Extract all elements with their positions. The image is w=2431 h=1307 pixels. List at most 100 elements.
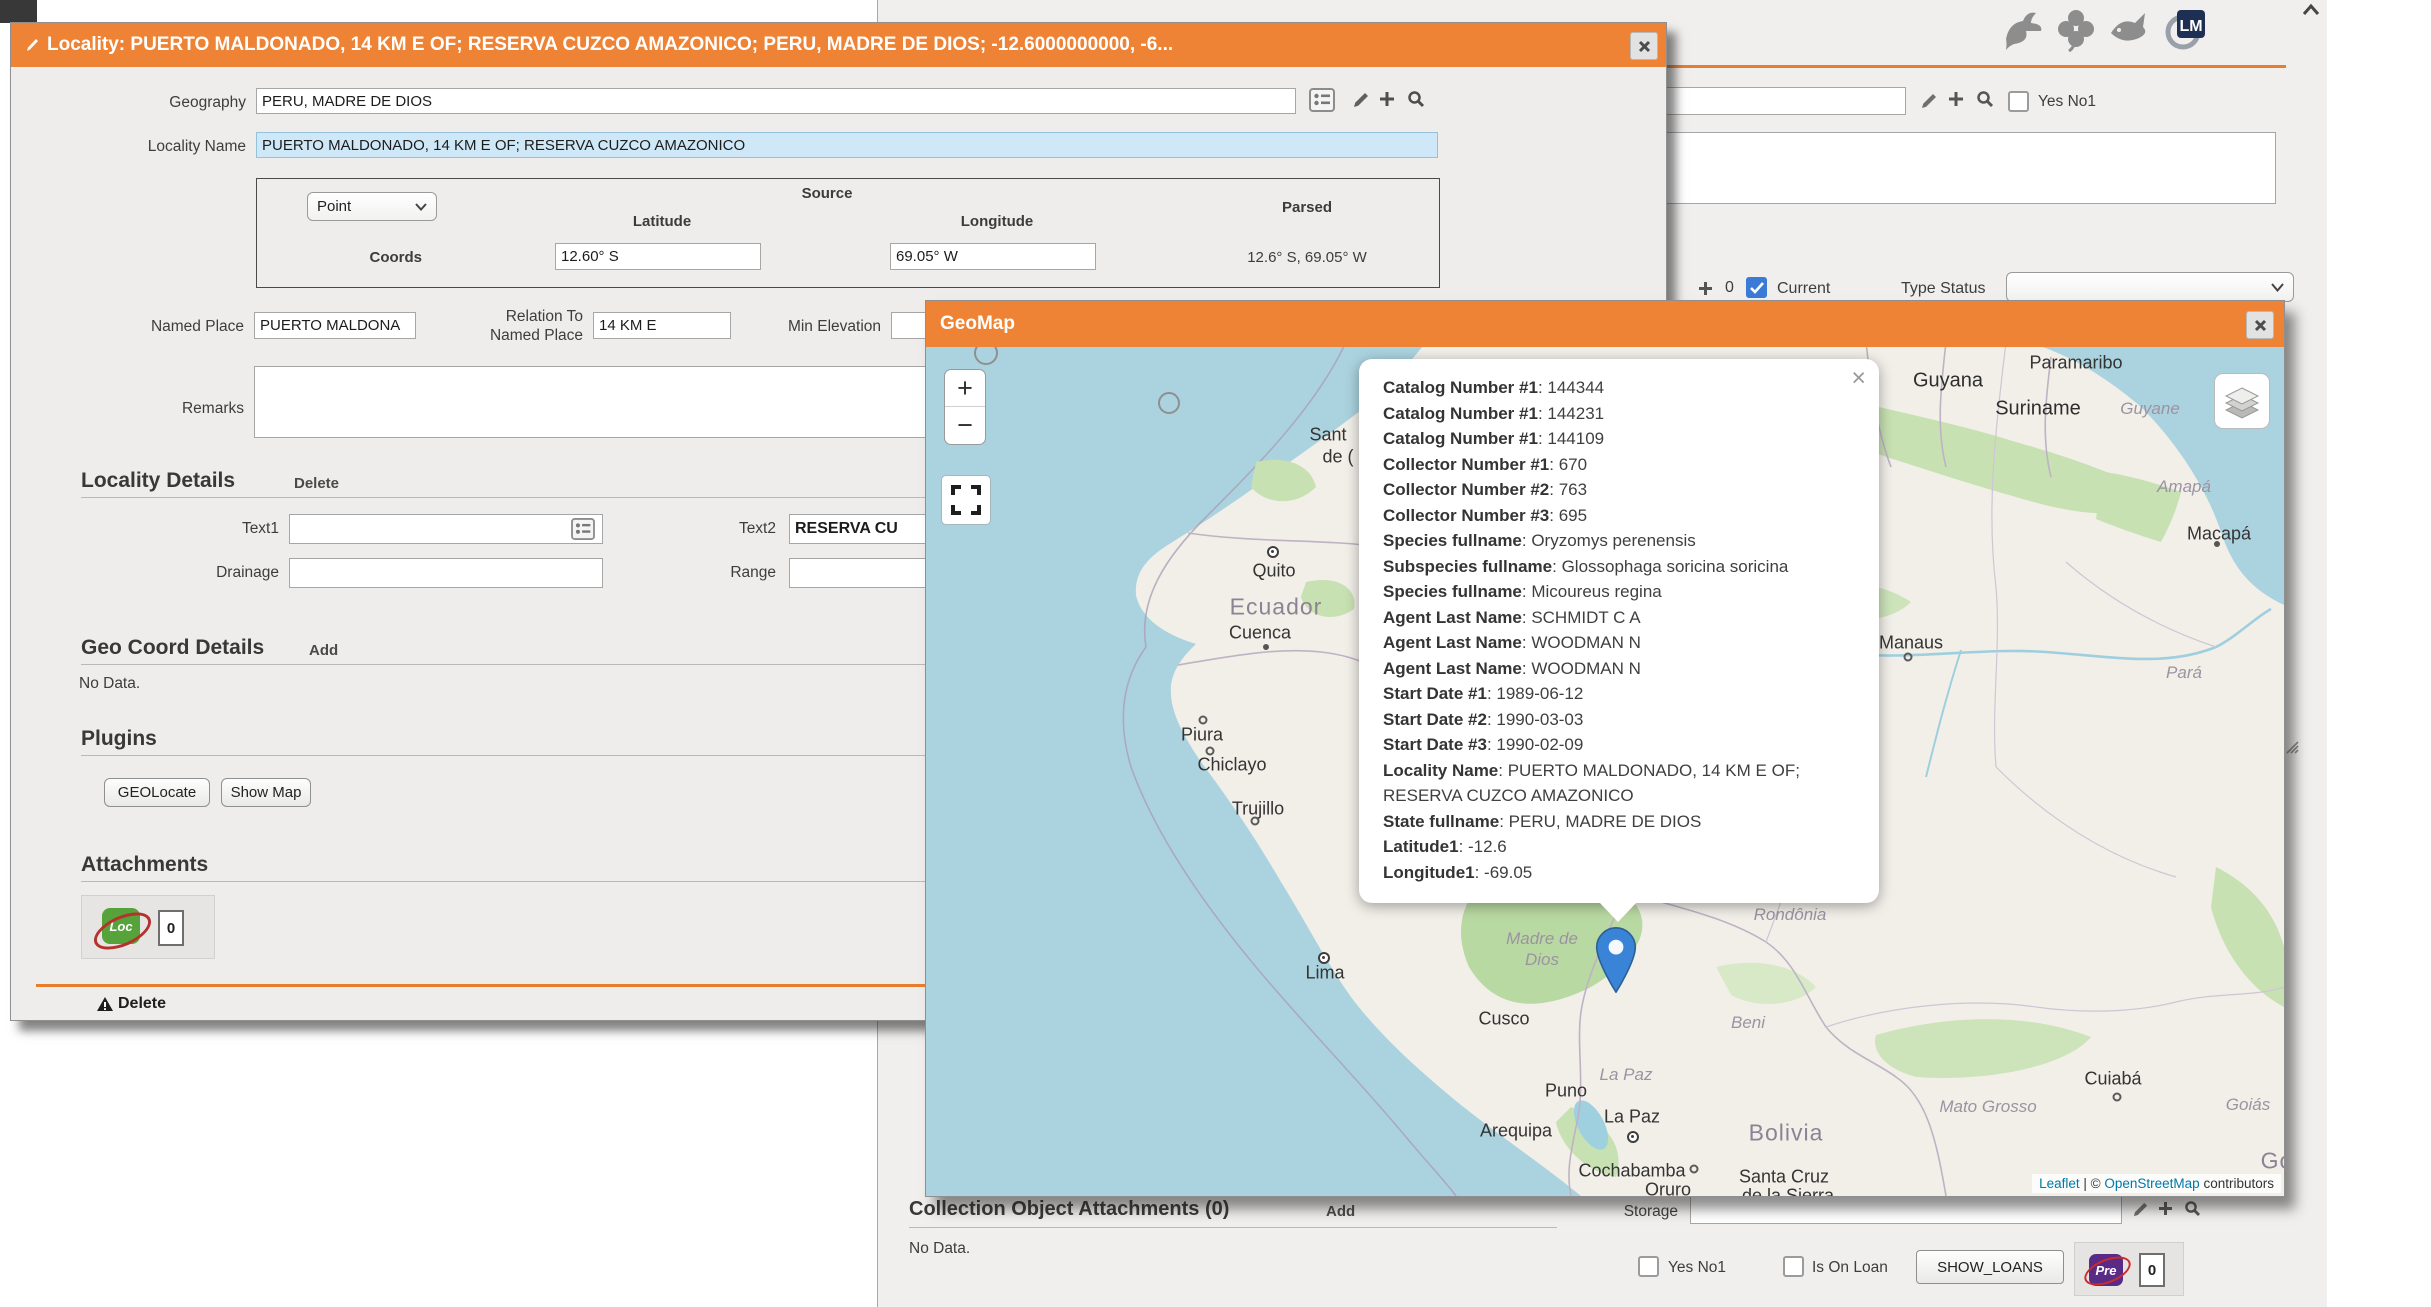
scroll-up-icon[interactable] bbox=[2302, 3, 2320, 17]
locality-details-delete-link[interactable]: Delete bbox=[294, 475, 339, 492]
popup-line: State fullname: PERU, MADRE DE DIOS bbox=[1383, 809, 1855, 835]
attachments-add-link[interactable]: Add bbox=[1326, 1203, 1355, 1220]
geomap-titlebar[interactable]: GeoMap bbox=[926, 301, 2284, 347]
popup-line: Subspecies fullname: Glossophaga soricin… bbox=[1383, 554, 1855, 580]
add-plus-icon[interactable] bbox=[1379, 91, 1395, 107]
delete-action[interactable]: Delete bbox=[96, 995, 166, 1013]
text1-input[interactable] bbox=[289, 514, 603, 544]
pre-count-box[interactable]: 0 bbox=[2139, 1253, 2165, 1287]
popup-line: Agent Last Name: WOODMAN N bbox=[1383, 656, 1855, 682]
edit-pencil-icon[interactable] bbox=[1920, 92, 1938, 110]
zoom-in-button[interactable]: + bbox=[945, 370, 985, 407]
parsed-header: Parsed bbox=[1167, 199, 1447, 216]
popup-line: Latitude1: -12.6 bbox=[1383, 834, 1855, 860]
map-place-label: Bolivia bbox=[1749, 1120, 1824, 1147]
fish-icon[interactable] bbox=[2107, 7, 2153, 51]
is-on-loan-label: Is On Loan bbox=[1812, 1259, 1888, 1277]
locality-dialog-titlebar[interactable]: Locality: PUERTO MALDONADO, 14 KM E OF; … bbox=[11, 23, 1666, 67]
link-pencil-icon bbox=[25, 37, 39, 53]
locality-details-heading: Locality Details bbox=[81, 469, 235, 493]
show-map-button[interactable]: Show Map bbox=[221, 778, 311, 807]
map-place-label: Lima bbox=[1305, 963, 1344, 984]
add-plus-icon[interactable] bbox=[1948, 91, 1964, 107]
map-place-label: Puno bbox=[1545, 1081, 1587, 1102]
type-status-label: Type Status bbox=[1901, 280, 1986, 298]
is-on-loan-checkbox[interactable] bbox=[1783, 1256, 1804, 1277]
map-place-label: de ( bbox=[1322, 447, 1353, 468]
lm-logo-icon[interactable]: LM bbox=[2163, 6, 2209, 52]
type-status-count: 0 bbox=[1725, 279, 1734, 297]
map-place-label: Cuiabá bbox=[2084, 1069, 2141, 1090]
search-icon[interactable] bbox=[1407, 90, 1425, 108]
map-place-label: Cochabamba bbox=[1578, 1161, 1685, 1182]
popup-line: Collector Number #2: 763 bbox=[1383, 477, 1855, 503]
popup-line: Start Date #3: 1990-02-09 bbox=[1383, 732, 1855, 758]
search-icon[interactable] bbox=[2184, 1200, 2201, 1217]
longitude-header: Longitude bbox=[857, 213, 1137, 230]
hummingbird-icon[interactable] bbox=[2001, 6, 2045, 52]
search-icon[interactable] bbox=[1976, 90, 1994, 108]
map-place-label: Sant bbox=[1309, 425, 1346, 446]
add-plus-icon[interactable] bbox=[1698, 281, 1713, 296]
clover-icon[interactable] bbox=[2055, 6, 2097, 52]
longitude-input[interactable] bbox=[890, 243, 1096, 270]
attachment-count-box[interactable]: 0 bbox=[158, 910, 184, 946]
edit-pencil-icon[interactable] bbox=[1352, 91, 1370, 109]
named-place-input[interactable] bbox=[254, 312, 416, 339]
storage-input[interactable] bbox=[1690, 1196, 2122, 1224]
list-picker-icon[interactable] bbox=[571, 518, 595, 540]
locality-dialog-title: Locality: PUERTO MALDONADO, 14 KM E OF; … bbox=[47, 34, 1652, 56]
locality-attachment-widget: Loc 0 bbox=[81, 895, 215, 959]
loc-icon[interactable]: Loc bbox=[92, 906, 150, 950]
map-marker-pin[interactable] bbox=[1594, 927, 1638, 998]
map-place-label: Manaus bbox=[1879, 633, 1943, 654]
layers-control[interactable] bbox=[2214, 373, 2270, 429]
map-attribution: Leaflet | © OpenStreetMap contributors bbox=[2032, 1174, 2281, 1193]
drainage-input[interactable] bbox=[289, 558, 603, 588]
popup-line: Catalog Number #1: 144344 bbox=[1383, 375, 1855, 401]
current-label: Current bbox=[1777, 280, 1830, 298]
yes-no1-label: Yes No1 bbox=[2038, 93, 2096, 111]
geo-coord-add-link[interactable]: Add bbox=[309, 642, 338, 659]
relation-to-named-place-label: Relation To Named Place bbox=[441, 307, 583, 345]
fullscreen-button[interactable] bbox=[941, 475, 991, 525]
popup-line: Species fullname: Oryzomys perenensis bbox=[1383, 528, 1855, 554]
preparation-attachment-widget: Pre 0 bbox=[2074, 1242, 2184, 1296]
locality-name-input[interactable] bbox=[256, 132, 1438, 158]
geolocate-button[interactable]: GEOLocate bbox=[104, 778, 210, 807]
coord-type-value: Point bbox=[317, 198, 351, 215]
leaflet-map[interactable]: ParamariboGuyanaSurinameGuyaneAmapáMacap… bbox=[926, 347, 2284, 1196]
screen: LM Yes No1 0 bbox=[0, 0, 2431, 1307]
geography-input[interactable] bbox=[256, 88, 1296, 114]
yes-no1-checkbox[interactable] bbox=[2008, 91, 2029, 112]
geomap-close-button[interactable] bbox=[2246, 311, 2274, 339]
pre-icon[interactable]: Pre bbox=[2083, 1251, 2131, 1289]
current-checkbox[interactable] bbox=[1746, 277, 1767, 298]
map-place-label: Pará bbox=[2166, 663, 2202, 683]
close-icon bbox=[2254, 319, 2267, 332]
map-place-label: Paramaribo bbox=[2029, 353, 2122, 374]
map-place-label: Guyana bbox=[1913, 370, 1983, 393]
popup-close-icon[interactable]: × bbox=[1851, 364, 1866, 393]
add-plus-icon[interactable] bbox=[2158, 1201, 2173, 1216]
zoom-out-button[interactable]: − bbox=[945, 407, 985, 444]
show-loans-button[interactable]: SHOW_LOANS bbox=[1916, 1250, 2064, 1284]
geo-coord-details-heading: Geo Coord Details bbox=[81, 636, 264, 660]
coord-type-select[interactable]: Point bbox=[307, 192, 437, 221]
edit-pencil-icon[interactable] bbox=[2132, 1201, 2149, 1218]
map-place-label: Cusco bbox=[1478, 1009, 1529, 1030]
yes-no1-checkbox[interactable] bbox=[1638, 1256, 1659, 1277]
type-status-select[interactable] bbox=[2006, 272, 2294, 302]
map-place-label: Oruro bbox=[1645, 1180, 1691, 1197]
coords-row-label: Coords bbox=[322, 249, 422, 266]
map-place-label: Beni bbox=[1731, 1013, 1765, 1033]
latitude-input[interactable] bbox=[555, 243, 761, 270]
range-label: Range bbox=[656, 564, 776, 582]
map-place-label: La Paz bbox=[1600, 1065, 1653, 1085]
locality-close-button[interactable] bbox=[1630, 32, 1658, 60]
list-picker-icon[interactable] bbox=[1309, 88, 1335, 112]
map-popup: × Catalog Number #1: 144344Catalog Numbe… bbox=[1359, 359, 1879, 903]
leaflet-link[interactable]: Leaflet bbox=[2039, 1176, 2080, 1191]
openstreetmap-link[interactable]: OpenStreetMap bbox=[2104, 1176, 2199, 1191]
popup-line: Start Date #1: 1989-06-12 bbox=[1383, 681, 1855, 707]
